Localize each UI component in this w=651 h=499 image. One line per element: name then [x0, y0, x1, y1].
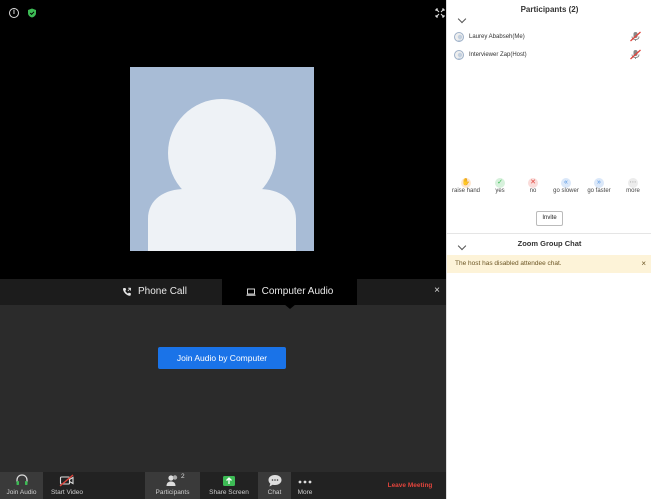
- reaction-label: yes: [495, 188, 505, 194]
- reaction-go-slower[interactable]: « go slower: [549, 178, 583, 194]
- reaction-no[interactable]: ✕ no: [516, 178, 550, 194]
- join-audio-label: Join Audio: [6, 489, 37, 496]
- start-video-label: Start Video: [50, 489, 84, 496]
- reaction-yes[interactable]: ✓ yes: [483, 178, 517, 194]
- more-icon: ⋯: [628, 178, 638, 188]
- participant-name: Laurey Ababseh(Me): [469, 34, 525, 40]
- join-audio-dialog: Phone Call Computer Audio × Join Audio b…: [0, 279, 446, 472]
- share-screen-label: Share Screen: [209, 489, 249, 496]
- check-icon: ✓: [495, 178, 505, 188]
- tab-computer-label: Computer Audio: [261, 286, 334, 297]
- fullscreen-icon[interactable]: [435, 8, 445, 18]
- reaction-label: more: [626, 188, 640, 194]
- join-audio-by-computer-button[interactable]: Join Audio by Computer: [158, 347, 286, 369]
- reactions-bar: ✋ raise hand ✓ yes ✕ no « go slower » go…: [447, 178, 651, 200]
- zoom-meeting-window: i Phone Call Computer Audio × Join Audio…: [0, 0, 651, 499]
- chat-panel-title: Zoom Group Chat: [517, 239, 582, 248]
- participant-row[interactable]: Interviewer Zap(Host): [454, 49, 647, 63]
- shield-icon[interactable]: [27, 8, 37, 18]
- reaction-label: raise hand: [451, 188, 481, 194]
- more-button[interactable]: More: [292, 472, 318, 499]
- participant-name: Interviewer Zap(Host): [469, 52, 527, 58]
- muted-mic-icon[interactable]: [629, 31, 642, 42]
- side-panel: Participants (2) Laurey Ababseh(Me) Inte…: [446, 0, 651, 499]
- participants-icon: [166, 475, 177, 486]
- phone-icon: [123, 287, 131, 296]
- hand-icon: ✋: [461, 178, 471, 188]
- start-video-button[interactable]: Start Video: [47, 472, 87, 499]
- audio-tabs: Phone Call Computer Audio ×: [0, 279, 446, 309]
- tab-phone-label: Phone Call: [138, 286, 187, 297]
- participant-avatar-icon: [454, 50, 464, 60]
- invite-button[interactable]: Invite: [536, 211, 563, 226]
- chat-label: Chat: [267, 489, 282, 496]
- video-area: i: [0, 0, 446, 279]
- tab-computer-audio[interactable]: Computer Audio: [222, 279, 357, 305]
- reaction-more[interactable]: ⋯ more: [616, 178, 650, 194]
- headphones-icon: [15, 474, 28, 485]
- chat-button[interactable]: Chat: [258, 472, 291, 499]
- x-icon: ✕: [528, 178, 538, 188]
- join-audio-button[interactable]: Join Audio: [0, 472, 43, 499]
- collapse-participants-chevron-icon[interactable]: [457, 14, 467, 24]
- chat-icon: [268, 475, 281, 487]
- reaction-label: no: [529, 188, 537, 194]
- reaction-label: go slower: [553, 188, 579, 194]
- leave-meeting-button[interactable]: Leave Meeting: [380, 472, 440, 499]
- share-screen-button[interactable]: Share Screen: [205, 472, 253, 499]
- more-label: More: [297, 489, 313, 496]
- muted-mic-icon[interactable]: [629, 49, 642, 60]
- tab-phone-call[interactable]: Phone Call: [122, 279, 187, 305]
- chat-banner-text: The host has disabled attendee chat.: [455, 260, 562, 267]
- participants-panel-title: Participants (2): [520, 5, 579, 14]
- share-screen-icon: [223, 476, 235, 486]
- close-banner-button[interactable]: ×: [641, 255, 646, 273]
- faster-icon: »: [594, 178, 604, 188]
- slower-icon: «: [561, 178, 571, 188]
- panel-divider: [447, 233, 651, 234]
- participant-avatar-placeholder: [130, 67, 314, 251]
- more-dots-icon: [298, 480, 312, 484]
- reaction-go-faster[interactable]: » go faster: [582, 178, 616, 194]
- chat-disabled-banner: The host has disabled attendee chat. ×: [447, 255, 651, 273]
- info-icon[interactable]: i: [9, 8, 19, 18]
- participants-button[interactable]: 2 Participants: [145, 472, 200, 499]
- computer-icon: [246, 288, 256, 296]
- reaction-label: go faster: [587, 188, 611, 194]
- video-off-icon: [59, 474, 74, 487]
- reaction-raise-hand[interactable]: ✋ raise hand: [449, 178, 483, 194]
- participants-label: Participants: [155, 489, 190, 496]
- participants-count: 2: [181, 473, 185, 480]
- participant-avatar-icon: [454, 32, 464, 42]
- close-audio-dialog-button[interactable]: ×: [434, 285, 440, 297]
- tab-pointer: [284, 304, 296, 309]
- participant-row[interactable]: Laurey Ababseh(Me): [454, 31, 647, 45]
- meeting-toolbar: Join Audio Start Video 2 Participants Sh…: [0, 472, 446, 499]
